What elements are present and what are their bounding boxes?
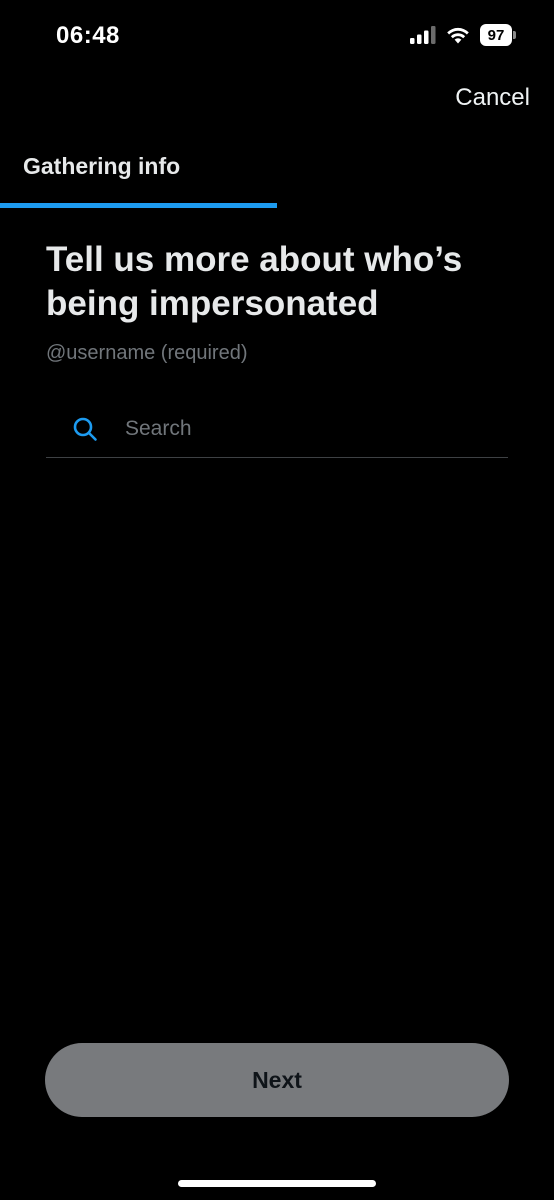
username-field-label: @username (required): [46, 342, 248, 364]
search-field[interactable]: [46, 400, 508, 458]
wifi-icon: [447, 27, 469, 44]
cellular-signal-icon: [410, 26, 436, 44]
home-indicator: [178, 1180, 376, 1187]
page-title: Tell us more about who’s being impersona…: [46, 240, 463, 323]
battery-level: 97: [480, 24, 512, 46]
step-title: Gathering info: [23, 153, 181, 179]
status-bar: 06:48 97: [0, 0, 554, 74]
progress-bar-fill: [0, 203, 277, 208]
status-time: 06:48: [56, 22, 120, 49]
next-button[interactable]: Next: [45, 1043, 509, 1117]
search-input[interactable]: [125, 416, 485, 441]
battery-icon: 97: [480, 24, 516, 46]
battery-tip: [513, 31, 516, 39]
search-icon: [73, 417, 97, 441]
cancel-button[interactable]: Cancel: [455, 84, 530, 112]
status-icons: 97: [410, 24, 516, 46]
progress-bar: [0, 203, 554, 208]
